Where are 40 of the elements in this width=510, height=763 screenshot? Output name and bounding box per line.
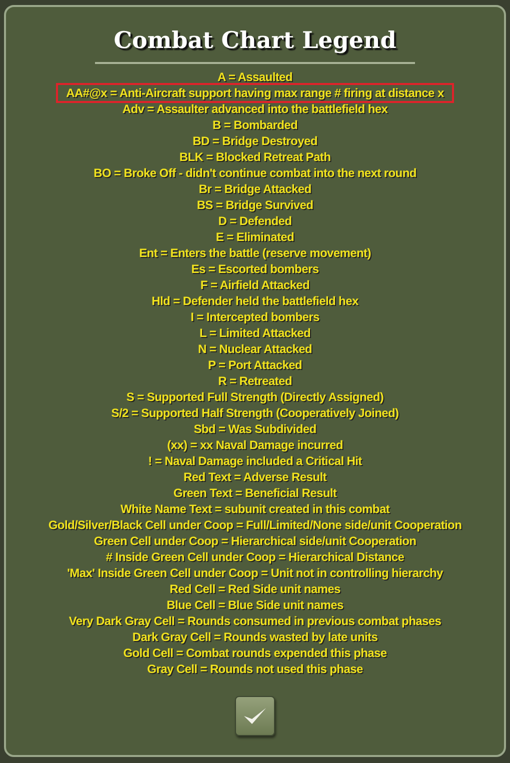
- legend-entry: B = Bombarded: [211, 117, 299, 134]
- legend-entry: BLK = Blocked Retreat Path: [178, 149, 332, 166]
- legend-entry: I = Intercepted bombers: [190, 309, 320, 326]
- legend-entry: Green Text = Beneficial Result: [172, 485, 338, 502]
- legend-entry: (xx) = xx Naval Damage incurred: [166, 437, 344, 454]
- legend-entry: Gray Cell = Rounds not used this phase: [146, 661, 364, 678]
- legend-entry: Hld = Defender held the battlefield hex: [150, 293, 360, 310]
- legend-entry: F = Airfield Attacked: [199, 277, 311, 294]
- legend-entry: A = Assaulted: [216, 69, 294, 86]
- dialog-title: Combat Chart Legend: [114, 27, 396, 54]
- legend-entry: S/2 = Supported Half Strength (Cooperatively Joined): [110, 405, 400, 422]
- legend-entry: E = Eliminated: [214, 229, 296, 246]
- legend-entry: D = Defended: [217, 213, 293, 230]
- legend-entry: Es = Escorted bombers: [190, 261, 320, 278]
- legend-entry: Gold/Silver/Black Cell under Coop = Full/Limited/None side/unit Cooperation: [47, 517, 463, 534]
- legend-entry: Red Cell = Red Side unit names: [168, 581, 342, 598]
- legend-entry: ! = Naval Damage included a Critical Hit: [147, 453, 363, 470]
- legend-entry: White Name Text = subunit created in this combat: [119, 501, 391, 518]
- legend-entry: BS = Bridge Survived: [196, 197, 314, 214]
- legend-entry: Sbd = Was Subdivided: [192, 421, 318, 438]
- legend-entry: # Inside Green Cell under Coop = Hierarchical Distance: [104, 549, 406, 566]
- legend-entry: AA#@x = Anti-Aircraft support having max range # firing at distance x: [56, 83, 454, 103]
- legend-entry: N = Nuclear Attacked: [197, 341, 313, 358]
- legend-entry: S = Supported Full Strength (Directly Assigned): [125, 389, 385, 406]
- legend-entry: Blue Cell = Blue Side unit names: [166, 597, 344, 614]
- legend-entry: Ent = Enters the battle (reserve movement): [138, 245, 372, 262]
- legend-entry: Very Dark Gray Cell = Rounds consumed in previous combat phases: [68, 613, 442, 630]
- legend-entry: R = Retreated: [217, 373, 293, 390]
- legend-entry: Br = Bridge Attacked: [198, 181, 312, 198]
- legend-entry: Red Text = Adverse Result: [182, 469, 328, 486]
- legend-entry: L = Limited Attacked: [198, 325, 312, 342]
- confirm-button[interactable]: [235, 696, 275, 736]
- legend-entry: BD = Bridge Destroyed: [192, 133, 318, 150]
- legend-entry: Gold Cell = Combat rounds expended this phase: [122, 645, 388, 662]
- legend-entry: Green Cell under Coop = Hierarchical side/unit Cooperation: [92, 533, 418, 550]
- legend-entry: Adv = Assaulter advanced into the battlefield hex: [121, 101, 389, 118]
- legend-entry: Dark Gray Cell = Rounds wasted by late units: [131, 629, 379, 646]
- legend-entry: P = Port Attacked: [207, 357, 303, 374]
- legend-entry: BO = Broke Off - didn't continue combat into the next round: [92, 165, 418, 182]
- legend-entry: 'Max' Inside Green Cell under Coop = Unit not in controlling hierarchy: [66, 565, 444, 582]
